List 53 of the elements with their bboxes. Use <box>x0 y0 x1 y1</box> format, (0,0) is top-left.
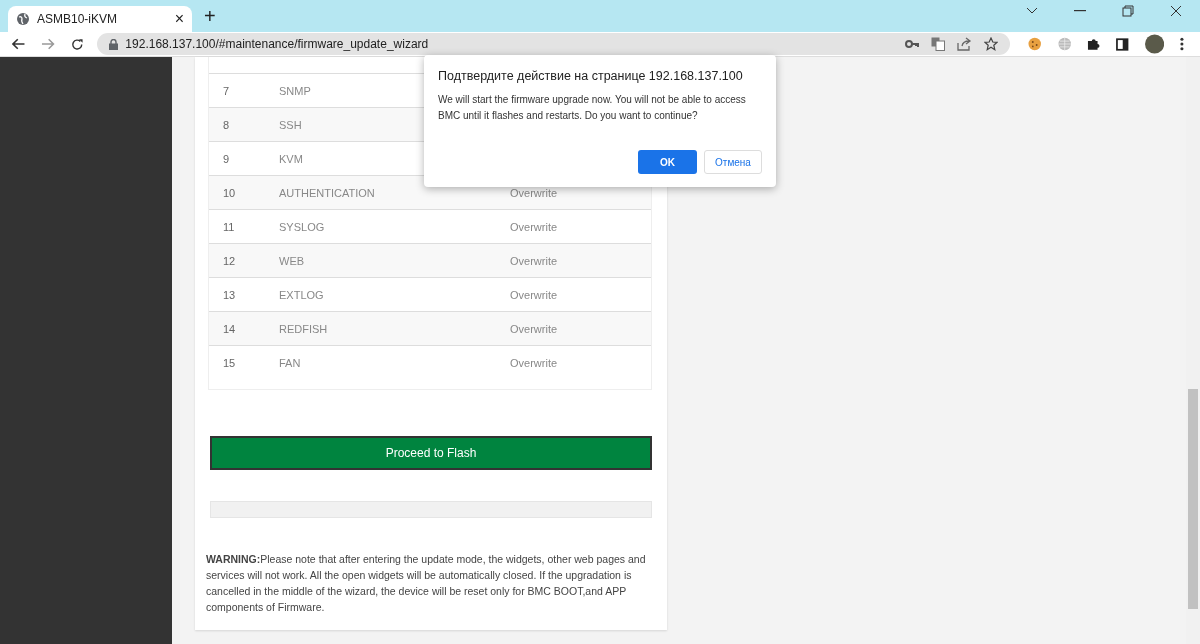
table-cell: Overwrite <box>510 322 558 335</box>
table-cell: Overwrite <box>510 220 558 233</box>
key-icon[interactable] <box>905 40 920 48</box>
table-cell-text: 8 <box>222 118 231 131</box>
table-cell-text: KVM <box>279 152 304 165</box>
translate-icon[interactable] <box>931 37 946 51</box>
table-cell: Overwrite <box>510 186 558 199</box>
star-icon[interactable] <box>984 37 999 51</box>
proceed-button[interactable]: Proceed to Flash <box>210 436 652 470</box>
browser-tab[interactable]: ASMB10-iKVM × <box>8 6 192 32</box>
table-cell-text: REDFISH <box>279 322 329 335</box>
minimize-icon[interactable] <box>1074 10 1086 12</box>
address-bar[interactable]: 192.168.137.100/#maintenance/firmware_update_wizard <box>97 33 1011 55</box>
table-cell-text: 15 <box>222 356 237 369</box>
tab-title: ASMB10-iKVM <box>37 12 119 26</box>
url-text: 192.168.137.100/#maintenance/firmware_update_wizard <box>125 37 429 51</box>
table-cell: Overwrite <box>510 288 558 301</box>
table-cell-text: 12 <box>222 254 237 267</box>
close-icon[interactable] <box>1170 5 1182 17</box>
cancel-button[interactable]: Отмена <box>704 150 762 174</box>
cookie-icon[interactable] <box>1028 37 1042 51</box>
reload-icon[interactable] <box>70 37 84 51</box>
table-cell-text: WEB <box>279 254 306 267</box>
share-icon[interactable] <box>957 37 973 51</box>
table-cell: Overwrite <box>510 254 558 267</box>
lock-icon <box>109 38 119 50</box>
table-cell-text: SNMP <box>279 84 312 97</box>
side-panel-icon[interactable] <box>1116 37 1129 51</box>
dialog-message: We will start the firmware upgrade now. You will not be able to access BMC until it flashes and restarts. Do you want to continue? <box>438 93 747 123</box>
chevron-down-icon[interactable] <box>1026 7 1038 15</box>
table-cell-text: AUTHENTICATION <box>279 186 376 199</box>
table-cell-text: EXTLOG <box>279 288 325 301</box>
puzzle-icon[interactable] <box>1087 37 1101 51</box>
table-cell: Overwrite <box>510 356 558 369</box>
warning-text: WARNING:Please note that after entering the update mode, the widgets, other web pages and services will not work. All the open widgets will be automatically closed. If the upgradation is cancelled in the middle of the wizard, the device will be reset only for BMC BOOT,and APP components of Firmware. <box>206 552 647 615</box>
table-cell-text: 10 <box>222 186 237 199</box>
table-cell-text: FAN <box>279 356 302 369</box>
table-cell-text: 13 <box>222 288 237 301</box>
avatar[interactable] <box>1144 34 1165 54</box>
table-cell-text: 9 <box>222 152 231 165</box>
restore-icon[interactable] <box>1122 5 1134 17</box>
table-cell-text: 7 <box>222 84 231 97</box>
table-cell-text: SSH <box>279 118 303 131</box>
new-tab-button[interactable]: + <box>204 5 216 28</box>
table-cell-text: 11 <box>222 220 236 233</box>
close-tab-button[interactable]: × <box>174 10 184 28</box>
table-cell-text: SYSLOG <box>279 220 326 233</box>
table-cell-text: 14 <box>222 322 237 335</box>
back-icon[interactable] <box>12 38 26 50</box>
ok-button[interactable]: OK <box>638 150 697 174</box>
menu-icon[interactable] <box>1180 37 1184 51</box>
forward-icon[interactable] <box>41 38 55 50</box>
dialog-title: Подтвердите действие на странице 192.168.137.100 <box>438 69 744 83</box>
